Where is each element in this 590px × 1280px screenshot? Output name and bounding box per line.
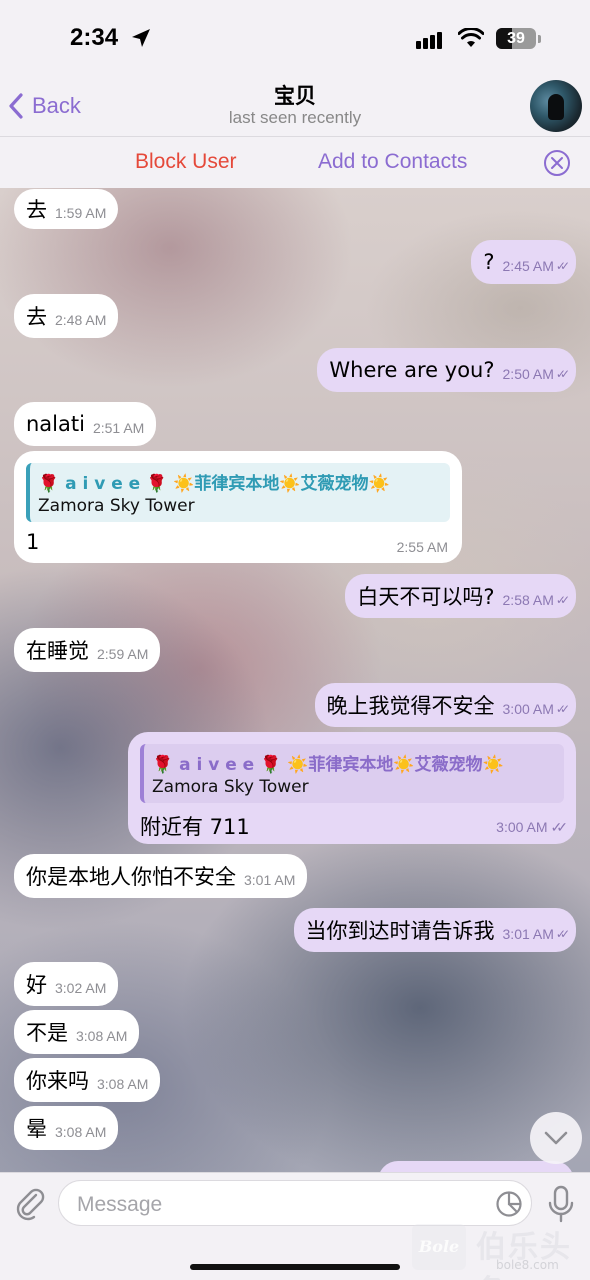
message-text: 晚上我觉得不安全: [326, 694, 495, 718]
message-time: 3:08 AM: [76, 1028, 128, 1044]
add-to-contacts-button[interactable]: Add to Contacts: [318, 150, 467, 174]
message-text: 去: [26, 198, 47, 222]
reply-message-outgoing[interactable]: 🌹 a i v e e 🌹 ☀️菲律宾本地☀️艾薇宠物☀️ Zamora Sky…: [128, 732, 576, 844]
reply-message-incoming[interactable]: 🌹 a i v e e 🌹 ☀️菲律宾本地☀️艾薇宠物☀️ Zamora Sky…: [14, 451, 462, 563]
message-time: 3:00 AM: [502, 701, 554, 717]
message-time: 2:58 AM: [502, 592, 554, 608]
message-text: 1: [26, 530, 40, 554]
message-bubble-outgoing[interactable]: Where are you? 2:50 AM ✓✓: [317, 348, 576, 392]
battery-level: 39: [507, 30, 525, 47]
read-checkmarks-icon: ✓✓: [555, 927, 570, 941]
message-bubble-incoming[interactable]: 不是 3:08 AM: [14, 1010, 140, 1054]
message-text: 当你到达时请告诉我: [305, 919, 495, 943]
message-bubble-outgoing[interactable]: 白天不可以吗? 2:58 AM ✓✓: [345, 574, 576, 618]
message-time: 2:48 AM: [55, 312, 107, 328]
message-bubble-incoming[interactable]: 你来吗 3:08 AM: [14, 1058, 161, 1102]
message-time: 2:45 AM: [502, 258, 554, 274]
watermark: Bole 伯乐头条 bole8.com: [412, 1220, 590, 1280]
avatar[interactable]: [530, 80, 582, 132]
message-time: 3:08 AM: [97, 1076, 149, 1092]
message-text: Where are you?: [329, 358, 495, 382]
watermark-logo: Bole: [412, 1224, 466, 1270]
message-text: nalati: [26, 412, 85, 436]
message-text: 你来吗: [26, 1069, 89, 1093]
message-bubble-incoming[interactable]: 晕 3:08 AM: [14, 1106, 119, 1150]
block-user-button[interactable]: Block User: [135, 150, 237, 174]
contact-action-bar: Block User Add to Contacts: [0, 136, 590, 188]
message-bubble-incoming[interactable]: 在睡觉 2:59 AM: [14, 628, 161, 672]
message-text: 白天不可以吗?: [357, 585, 495, 609]
message-text: 晕: [26, 1117, 47, 1141]
quoted-sender: 🌹 a i v e e 🌹 ☀️菲律宾本地☀️艾薇宠物☀️: [152, 755, 504, 775]
message-time: 2:50 AM: [502, 366, 554, 382]
quoted-text: Zamora Sky Tower: [38, 496, 195, 516]
battery-icon: 39: [496, 28, 536, 49]
chevron-down-icon: [544, 1131, 568, 1145]
battery-cap: [538, 35, 541, 43]
message-time: 2:55 AM: [396, 539, 448, 555]
message-bubble-outgoing[interactable]: ? 2:45 AM ✓✓: [471, 240, 576, 284]
message-time: 2:59 AM: [97, 646, 149, 662]
read-checkmarks-icon: ✓✓: [555, 259, 570, 273]
message-bubble-incoming[interactable]: nalati 2:51 AM: [14, 402, 157, 446]
message-time: 3:02 AM: [55, 980, 107, 996]
wifi-icon: [458, 28, 484, 47]
message-time: 2:51 AM: [92, 420, 145, 436]
message-bubble-incoming[interactable]: 去 1:59 AM: [14, 189, 119, 229]
message-time: 3:01 AM: [502, 926, 554, 942]
message-text: 好: [26, 973, 47, 997]
contact-name[interactable]: 宝贝: [0, 80, 590, 110]
message-text: ?: [483, 250, 495, 274]
read-checkmarks-icon: ✓✓: [555, 702, 570, 716]
quoted-sender: 🌹 a i v e e 🌹 ☀️菲律宾本地☀️艾薇宠物☀️: [38, 474, 390, 494]
paperclip-icon[interactable]: [14, 1185, 46, 1221]
message-bubble-incoming[interactable]: 去 2:48 AM: [14, 294, 119, 338]
message-bubble-incoming[interactable]: 你是本地人你怕不安全 3:01 AM: [14, 854, 308, 898]
message-text: 你是本地人你怕不安全: [26, 865, 236, 889]
quoted-text: Zamora Sky Tower: [152, 777, 309, 797]
read-checkmarks-icon: ✓✓: [555, 593, 570, 607]
message-placeholder: Message: [77, 1193, 163, 1216]
read-checkmarks-icon: ✓✓: [555, 367, 570, 381]
message-text: 去: [26, 305, 47, 329]
status-bar: 2:34 39: [0, 0, 590, 80]
cellular-signal-icon: [416, 30, 444, 49]
contact-status: last seen recently: [228, 108, 362, 127]
microphone-icon[interactable]: [546, 1185, 576, 1223]
message-time: 1:59 AM: [55, 205, 107, 221]
message-bubble-outgoing[interactable]: 晚上我觉得不安全 3:00 AM ✓✓: [314, 683, 576, 727]
message-text: 在睡觉: [26, 639, 89, 663]
message-time: 3:08 AM: [55, 1124, 107, 1140]
home-indicator: [190, 1264, 400, 1270]
quoted-message[interactable]: 🌹 a i v e e 🌹 ☀️菲律宾本地☀️艾薇宠物☀️ Zamora Sky…: [26, 463, 450, 522]
chat-header: Back 宝贝 last seen recently: [0, 80, 590, 136]
message-bubble-outgoing[interactable]: 当你到达时请告诉我 3:01 AM ✓✓: [293, 908, 576, 952]
message-text: 不是: [26, 1021, 68, 1045]
message-bubble-incoming[interactable]: 好 3:02 AM: [14, 962, 119, 1006]
quoted-message[interactable]: 🌹 a i v e e 🌹 ☀️菲律宾本地☀️艾薇宠物☀️ Zamora Sky…: [140, 744, 564, 803]
sticker-icon[interactable]: [495, 1190, 523, 1218]
scroll-to-bottom-button[interactable]: [530, 1112, 582, 1164]
location-arrow-icon: [132, 29, 150, 47]
watermark-url: bole8.com: [496, 1258, 559, 1272]
message-time: 3:01 AM: [244, 872, 296, 888]
status-time: 2:34: [70, 24, 119, 51]
close-icon[interactable]: [543, 149, 571, 177]
message-time: 3:00 AM ✓✓: [496, 819, 568, 835]
